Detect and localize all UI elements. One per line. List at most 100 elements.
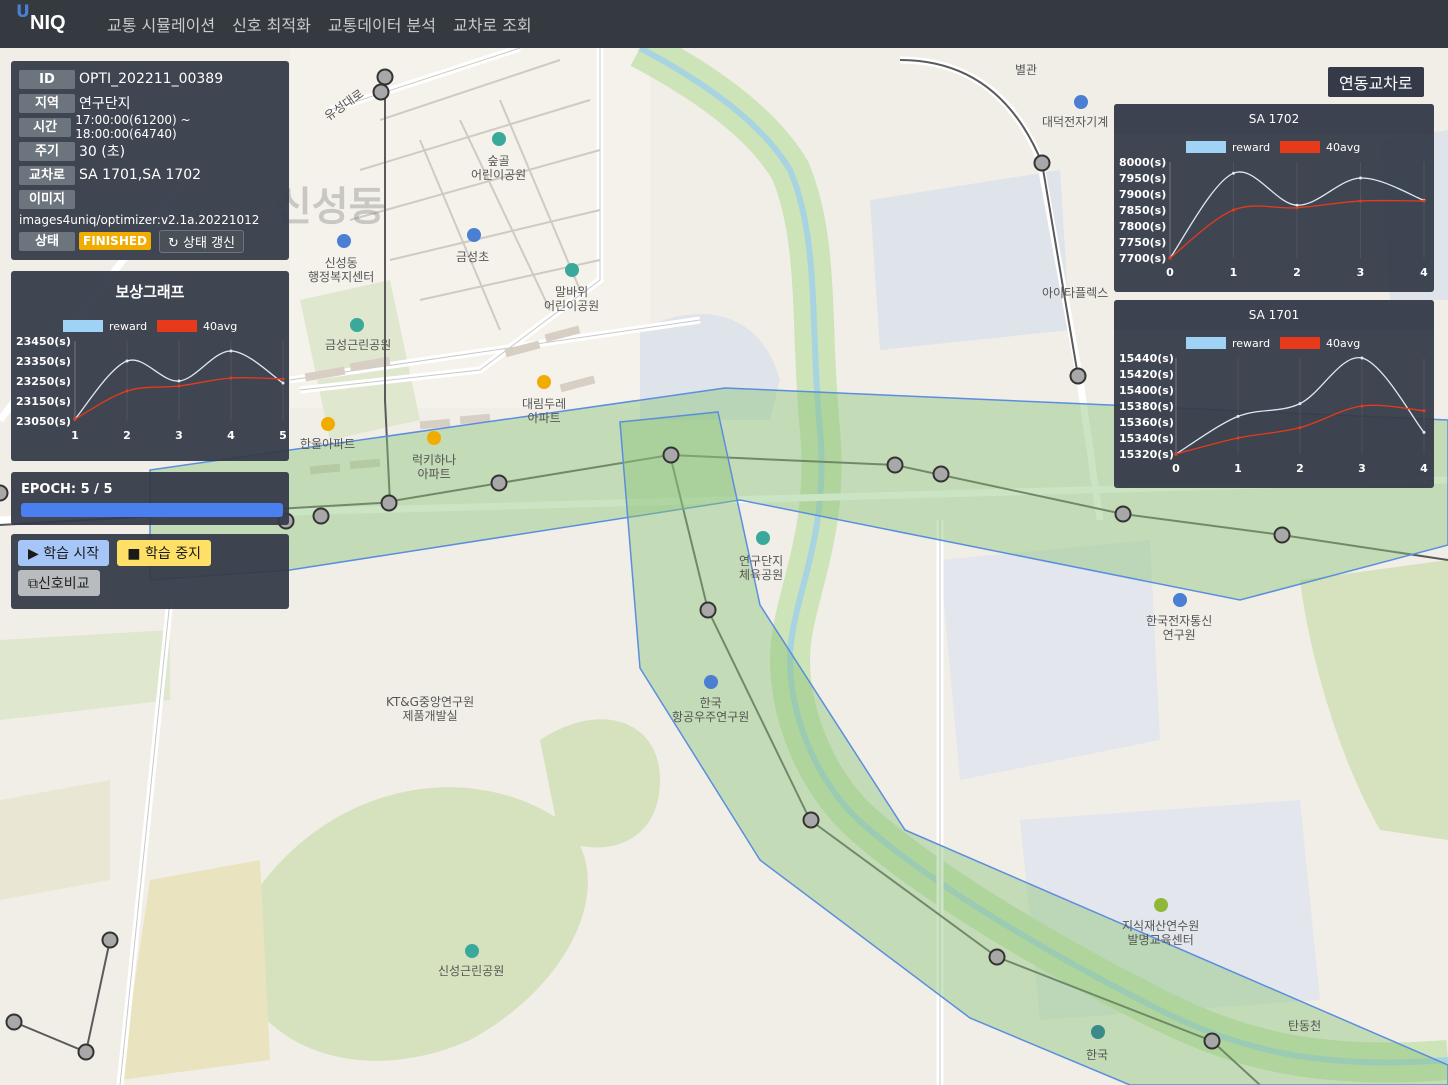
sa1702-chart-point-40avg: [1295, 206, 1299, 210]
map-label-bottom-korea: 한국: [1086, 1048, 1109, 1062]
reward-chart-point-40avg: [229, 376, 233, 380]
logo-u: U: [16, 2, 30, 22]
sa1701-chart-point-40avg: [1360, 404, 1364, 408]
sa1701-chart-xtick-label: 1: [1234, 462, 1242, 475]
start-training-label: 학습 시작: [43, 546, 100, 562]
stop-training-button[interactable]: ■ 학습 중지: [117, 540, 211, 566]
sa1702-chart-point-reward: [1295, 203, 1299, 207]
job-info-panel: ID OPTI_202211_00389 지역 연구단지 시간 17:00:00(61…: [11, 61, 289, 260]
sa1702-chart-legend-label-1: 40avg: [1326, 141, 1360, 154]
reward-chart-xtick-label: 4: [227, 429, 235, 442]
sa1702-chart-ytick-label: 7700(s): [1119, 252, 1166, 265]
reward-chart-point-40avg: [73, 417, 77, 421]
nav-signal-optimization[interactable]: 신호 최적화: [232, 12, 311, 36]
time-label: 시간: [19, 117, 72, 137]
sa1701-chart-ytick-label: 15420(s): [1119, 368, 1174, 381]
logo-text: NIQ: [30, 12, 66, 34]
reward-chart-legend-label-0: reward: [109, 320, 147, 333]
reward-chart-ytick-label: 23150(s): [16, 395, 71, 408]
sa1702-title: SA 1702: [1114, 104, 1434, 134]
compare-signal-button[interactable]: ⧉신호비교: [18, 570, 100, 596]
epoch-progress-fill: [21, 503, 283, 517]
reward-chart-xtick-label: 2: [123, 429, 131, 442]
nav-traffic-simulation[interactable]: 교통 시뮬레이션: [107, 12, 215, 36]
reward-chart-ytick-label: 23250(s): [16, 375, 71, 388]
sa1702-chart-ytick-label: 7950(s): [1119, 172, 1166, 185]
refresh-status-button[interactable]: ↻ 상태 갱신: [159, 229, 245, 253]
map-label-sinseong-office: 신성동 행정복지센터: [308, 256, 375, 284]
reward-chart-xtick-label: 5: [279, 429, 287, 442]
epoch-progress-bar: [21, 503, 283, 517]
sa1702-chart-point-40avg: [1232, 208, 1235, 212]
id-label: ID: [19, 69, 75, 89]
app-logo[interactable]: U NIQ: [0, 0, 90, 48]
sa1702-chart-point-reward: [1359, 176, 1362, 180]
sa1702-chart-xtick-label: 1: [1230, 266, 1238, 279]
map-label-ip-center: 지식재산연수원 발명교육센터: [1122, 919, 1200, 947]
map-label-sukgol: 숲골 어린이공원: [471, 154, 527, 182]
sa1701-title: SA 1701: [1114, 300, 1434, 330]
sa1701-chart-legend-label-0: reward: [1232, 337, 1270, 350]
map-label-sinseong-park: 신성근린공원: [438, 964, 505, 978]
sa1701-chart-point-reward: [1236, 414, 1240, 418]
map-label-itower: 아이타플렉스: [1042, 286, 1109, 300]
reward-chart-legend-label-1: 40avg: [203, 320, 237, 333]
map-label-lucky: 럭키하나 아파트: [412, 453, 457, 481]
top-navbar: U NIQ 교통 시뮬레이션 신호 최적화 교통데이터 분석 교차로 조회: [0, 0, 1448, 48]
start-training-button[interactable]: ▶ 학습 시작: [18, 540, 110, 566]
nav-traffic-data-analysis[interactable]: 교통데이터 분석: [328, 12, 436, 36]
sa1702-chart-legend-label-0: reward: [1232, 141, 1270, 154]
sa1701-chart-point-reward: [1360, 356, 1364, 360]
map-label-malbawi: 말바위 어린이공원: [544, 285, 600, 313]
sa1701-chart-xtick-label: 4: [1420, 462, 1428, 475]
reward-chart-point-reward: [125, 359, 129, 363]
sa1702-chart-xtick-label: 3: [1357, 266, 1365, 279]
reward-chart-ytick-label: 23450(s): [16, 335, 71, 348]
reward-chart-point-reward: [229, 349, 233, 353]
intersection-value: SA 1701,SA 1702: [79, 167, 202, 183]
map-label-daerim: 대림두레 아파트: [522, 397, 567, 425]
image-label: 이미지: [19, 189, 75, 209]
sa1702-chart-ytick-label: 7800(s): [1119, 220, 1166, 233]
sa1701-chart-legend-swatch-1: [1280, 337, 1320, 349]
map-label-byeolgwan: 별관: [1015, 63, 1038, 77]
stop-icon: ■: [127, 546, 145, 562]
stop-training-label: 학습 중지: [144, 546, 201, 562]
sa1702-chart-point-40avg: [1168, 256, 1172, 260]
refresh-status-label: 상태 갱신: [183, 235, 236, 251]
reward-chart-xtick-label: 1: [71, 429, 79, 442]
map-label-tandong: 탄동천: [1288, 1019, 1322, 1033]
sa1701-chart: reward 40avg 15440(s) 15420(s) 15400(s) 15380…: [1119, 337, 1428, 475]
map-label-geumseong-school: 금성초: [456, 250, 490, 264]
reward-chart-xtick-label: 3: [175, 429, 183, 442]
id-value: OPTI_202211_00389: [79, 71, 224, 87]
sa1701-chart-ytick-label: 15340(s): [1119, 432, 1174, 445]
sa1701-chart-panel: SA 1701 reward 40avg 15440(s) 15420(s) 15400…: [1114, 300, 1434, 488]
sa1701-chart-ytick-label: 15320(s): [1119, 448, 1174, 461]
map-label-geumseong-park: 금성근린공원: [325, 338, 392, 352]
refresh-icon: ↻: [168, 235, 184, 251]
sa1702-chart: reward 40avg 8000(s) 7950(s) 7900(s) 7850(s) 7…: [1119, 141, 1428, 279]
sa1701-chart-point-40avg: [1298, 426, 1302, 430]
sa1702-chart-legend-swatch-1: [1280, 141, 1320, 153]
period-value: 30 (초): [79, 144, 126, 160]
sa1701-chart-ytick-label: 15380(s): [1119, 400, 1174, 413]
map-label-etri: 한국전자통신 연구원: [1146, 614, 1213, 642]
reward-chart-point-reward: [177, 379, 181, 383]
nav-intersection-lookup[interactable]: 교차로 조회: [453, 12, 532, 36]
compare-icon: ⧉: [28, 576, 38, 592]
sa1702-chart-ytick-label: 7900(s): [1119, 188, 1166, 201]
epoch-label: EPOCH: 5 / 5: [21, 482, 113, 497]
region-label: 지역: [19, 93, 75, 113]
sa1702-chart-point-reward: [1232, 171, 1235, 175]
main-nav: 교통 시뮬레이션 신호 최적화 교통데이터 분석 교차로 조회: [107, 12, 549, 36]
reward-chart-legend-swatch-0: [63, 320, 103, 332]
sa1701-chart-point-reward: [1298, 402, 1302, 406]
sa1702-chart-legend-swatch-0: [1186, 141, 1226, 153]
sa1702-chart-ytick-label: 7750(s): [1119, 236, 1166, 249]
reward-chart: reward 40avg 23450(s) 23350(s) 23250(s) 23150…: [16, 320, 287, 442]
sa1701-chart-ytick-label: 15440(s): [1119, 352, 1174, 365]
sa1701-chart-xtick-label: 3: [1358, 462, 1366, 475]
region-value: 연구단지: [79, 96, 131, 112]
linked-intersection-button[interactable]: 연동교차로: [1328, 67, 1424, 97]
